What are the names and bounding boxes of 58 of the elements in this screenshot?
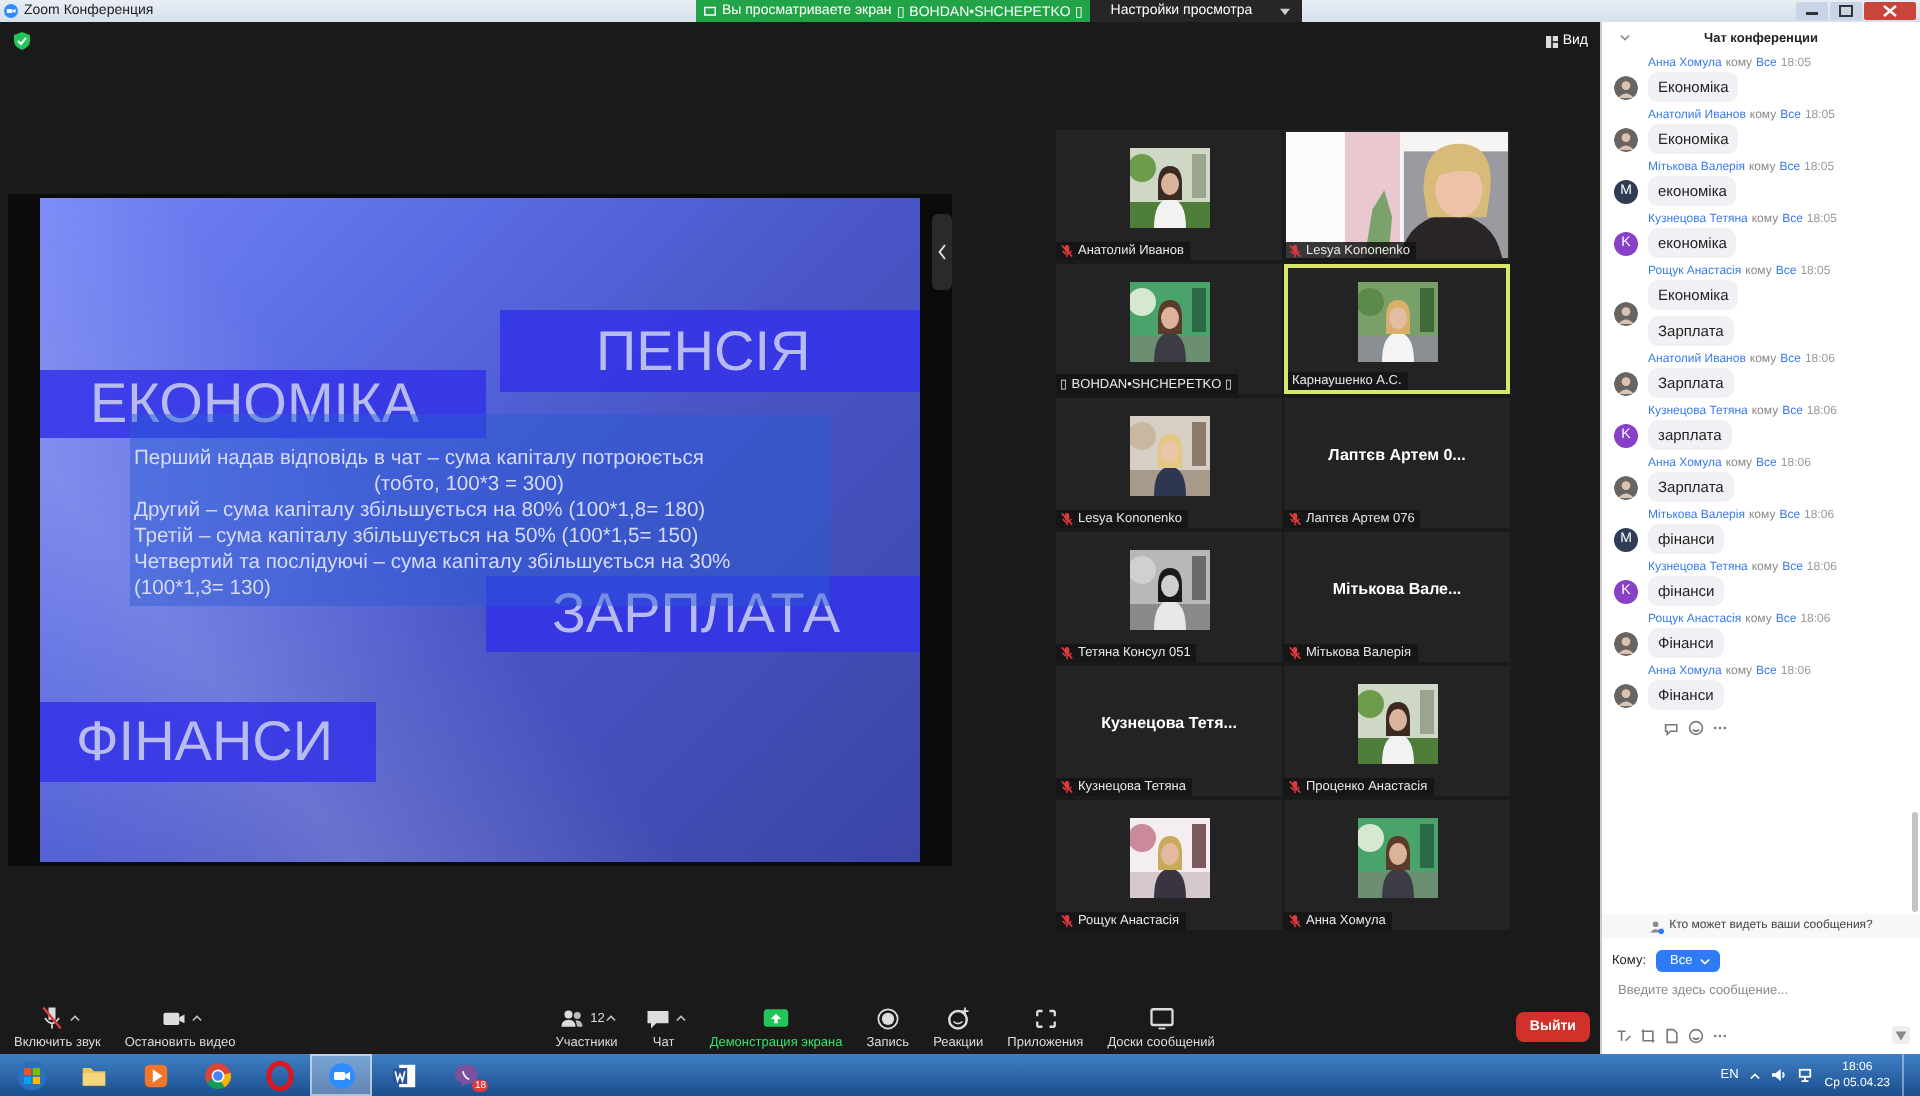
- slide-heading: ЕКОНОМІКА: [40, 370, 486, 438]
- slide-text: Другий – сума капіталу збільшується на 80% (100*1,8= 180): [134, 498, 706, 524]
- avatar-icon: [1614, 75, 1638, 99]
- participant-display-name: Мітькова Вале...: [1332, 580, 1462, 598]
- caret-icon: [1700, 957, 1711, 965]
- avatar-icon: [1614, 301, 1638, 325]
- grid-icon: [1546, 35, 1559, 47]
- shield-icon[interactable]: [14, 32, 30, 50]
- collapse-handle[interactable]: [932, 214, 952, 290]
- slide-heading: ПЕНСІЯ: [500, 310, 920, 392]
- screen-icon: [704, 5, 716, 17]
- emoji-icon[interactable]: [1688, 1027, 1704, 1043]
- avatar-icon: [1614, 683, 1638, 707]
- slide-heading: ЗАРПЛАТА: [486, 576, 920, 652]
- caret-up-icon[interactable]: [69, 1014, 80, 1022]
- word-icon: [387, 1059, 419, 1091]
- slide-heading: ФІНАНСИ: [40, 702, 376, 782]
- collapse-icon[interactable]: [1620, 34, 1630, 42]
- share-screen-icon: [760, 1004, 793, 1032]
- format-icon[interactable]: [1616, 1027, 1632, 1043]
- speaker-icon[interactable]: [1772, 1068, 1787, 1082]
- opera-icon: [263, 1059, 295, 1091]
- participant-display-name: Лаптєв Артем 0...: [1328, 446, 1466, 464]
- slide-text: (100*1,3= 130): [134, 576, 271, 602]
- send-icon[interactable]: [1892, 1026, 1910, 1044]
- chevron-up-icon[interactable]: [1750, 1071, 1761, 1079]
- slide-text: Перший надав відповідь в чат – сума капіталу потроюється: [134, 446, 704, 472]
- close-icon[interactable]: [1864, 2, 1916, 20]
- emoji-icon[interactable]: [1688, 719, 1704, 735]
- file-icon[interactable]: [1664, 1027, 1680, 1043]
- chevron-left-icon: [938, 244, 946, 260]
- start-icon: [15, 1059, 47, 1091]
- caret-icon: [1280, 7, 1291, 15]
- smiley-icon: [942, 1004, 975, 1032]
- avatar-icon: [1614, 631, 1638, 655]
- person-icon[interactable]: [1649, 919, 1664, 933]
- slide-text: Четвертий та послідуючі – сума капіталу збільшується на 30%: [134, 550, 731, 576]
- network-icon[interactable]: [1798, 1068, 1813, 1082]
- screenshot-icon[interactable]: [1640, 1027, 1656, 1043]
- maximize-icon[interactable]: [1830, 2, 1862, 20]
- caret-up-icon[interactable]: [606, 1014, 617, 1022]
- participant-display-name: Кузнецова Тетя...: [1101, 714, 1237, 732]
- caret-up-icon[interactable]: [675, 1014, 686, 1022]
- taskbar-button[interactable]: [310, 1054, 372, 1096]
- slide-text: Третій – сума капіталу збільшується на 50% (100*1,5= 150): [134, 524, 699, 550]
- whiteboard-icon: [1145, 1004, 1178, 1032]
- zoom-logo-icon: [4, 4, 18, 18]
- media-player-icon: [139, 1059, 171, 1091]
- slide-text: (тобто, 100*3 = 300): [374, 472, 564, 498]
- avatar-icon: [1614, 371, 1638, 395]
- chrome-icon: [201, 1059, 233, 1091]
- scrollbar[interactable]: [1912, 812, 1918, 912]
- avatar-icon: [1614, 475, 1638, 499]
- zoom-icon: [325, 1059, 357, 1091]
- minimize-icon[interactable]: [1796, 2, 1828, 20]
- caret-up-icon[interactable]: [192, 1014, 203, 1022]
- reply-icon[interactable]: [1664, 719, 1680, 735]
- avatar-icon: [1614, 127, 1638, 151]
